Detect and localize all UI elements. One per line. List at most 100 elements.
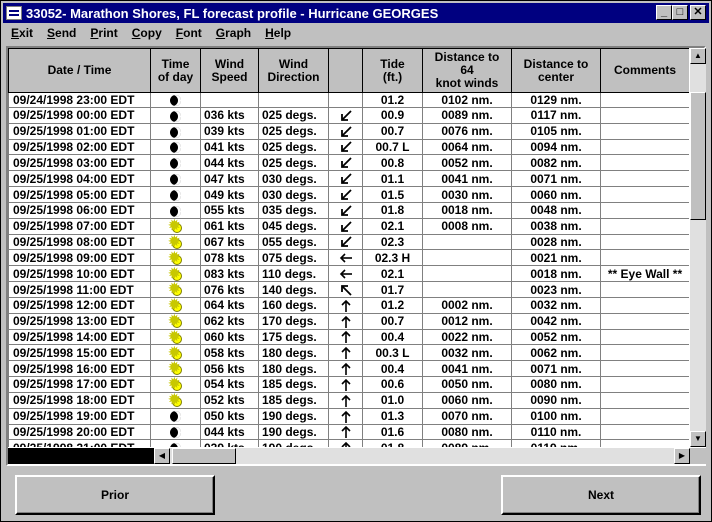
table-row[interactable]: 09/25/1998 02:00 EDT 041 kts 025 degs. 00.7…: [8, 138, 689, 156]
table-row[interactable]: 09/25/1998 07:00 EDT 061 kts045 degs. 02.1…: [8, 217, 689, 235]
table-row[interactable]: 09/25/1998 13:00 EDT 062 kts170 degs. 00.7…: [8, 312, 689, 330]
cell-comments[interactable]: [600, 296, 689, 314]
cell-direction-arrow[interactable]: [328, 92, 363, 108]
cell-direction-arrow[interactable]: [328, 170, 363, 188]
header-distance-center[interactable]: Distance to center: [511, 48, 601, 93]
cell-tide[interactable]: 01.2: [362, 296, 423, 314]
table-row[interactable]: 09/25/1998 05:00 EDT 049 kts 030 degs. 01.5…: [8, 186, 689, 203]
cell-datetime[interactable]: 09/25/1998 07:00 EDT: [8, 217, 151, 235]
cell-wind-direction[interactable]: 185 degs.: [258, 376, 329, 393]
cell-comments[interactable]: ** Eye Wall **: [600, 265, 689, 283]
cell-distance-64kt[interactable]: 0008 nm.: [422, 217, 512, 235]
cell-wind-speed[interactable]: [200, 92, 259, 108]
cell-tide[interactable]: 01.0: [362, 391, 423, 409]
cell-direction-arrow[interactable]: [328, 296, 363, 314]
cell-datetime[interactable]: 09/25/1998 01:00 EDT: [8, 122, 151, 140]
header-distance-64kt[interactable]: Distance to 64 knot winds: [422, 48, 512, 93]
cell-datetime[interactable]: 09/25/1998 14:00 EDT: [8, 328, 151, 346]
cell-distance-64kt[interactable]: 0052 nm.: [422, 154, 512, 172]
cell-wind-speed[interactable]: 050 kts: [200, 407, 259, 425]
cell-tide[interactable]: 00.6: [362, 376, 423, 393]
table-row[interactable]: 09/25/1998 04:00 EDT 047 kts 030 degs. 01.1…: [8, 170, 689, 188]
header-wind-direction[interactable]: Wind Direction: [258, 48, 329, 93]
menu-graph[interactable]: Graph: [208, 26, 257, 40]
cell-time-of-day[interactable]: [150, 107, 201, 124]
cell-direction-arrow[interactable]: [328, 201, 363, 219]
scroll-left-button[interactable]: ◀: [154, 448, 170, 464]
cell-direction-arrow[interactable]: [328, 281, 363, 298]
table-row[interactable]: 09/25/1998 08:00 EDT 067 kts055 degs. 02.3…: [8, 233, 689, 251]
table-row[interactable]: 09/25/1998 21:00 EDT 039 kts190 degs. 01.8…: [8, 439, 689, 447]
cell-comments[interactable]: [600, 249, 689, 267]
cell-direction-arrow[interactable]: [328, 233, 363, 251]
title-bar[interactable]: 33052- Marathon Shores, FL forecast prof…: [3, 3, 709, 23]
menu-send[interactable]: Send: [39, 26, 82, 40]
cell-wind-direction[interactable]: 025 degs.: [258, 122, 329, 140]
header-time-of-day[interactable]: Time of day: [150, 48, 201, 93]
cell-comments[interactable]: [600, 328, 689, 346]
cell-wind-direction[interactable]: 025 degs.: [258, 107, 329, 124]
cell-datetime[interactable]: 09/25/1998 10:00 EDT: [8, 265, 151, 283]
cell-wind-speed[interactable]: 036 kts: [200, 107, 259, 124]
cell-distance-64kt[interactable]: 0032 nm.: [422, 344, 512, 362]
cell-direction-arrow[interactable]: [328, 107, 363, 124]
cell-wind-direction[interactable]: 190 degs.: [258, 423, 329, 441]
cell-time-of-day[interactable]: [150, 296, 201, 314]
cell-direction-arrow[interactable]: [328, 154, 363, 172]
cell-distance-center[interactable]: 0038 nm.: [511, 217, 601, 235]
scroll-right-button[interactable]: ▶: [674, 448, 690, 464]
cell-distance-center[interactable]: 0060 nm.: [511, 186, 601, 203]
table-row[interactable]: 09/25/1998 01:00 EDT 039 kts 025 degs. 00.7…: [8, 122, 689, 140]
cell-time-of-day[interactable]: [150, 92, 201, 108]
cell-wind-speed[interactable]: 044 kts: [200, 154, 259, 172]
cell-comments[interactable]: [600, 217, 689, 235]
cell-distance-center[interactable]: 0071 nm.: [511, 360, 601, 378]
table-row[interactable]: 09/25/1998 14:00 EDT 060 kts175 degs. 00.4…: [8, 328, 689, 346]
cell-comments[interactable]: [600, 154, 689, 172]
cell-comments[interactable]: [600, 312, 689, 330]
cell-wind-direction[interactable]: 170 degs.: [258, 312, 329, 330]
cell-datetime[interactable]: 09/25/1998 04:00 EDT: [8, 170, 151, 188]
cell-comments[interactable]: [600, 92, 689, 108]
cell-time-of-day[interactable]: [150, 138, 201, 156]
cell-distance-center[interactable]: 0018 nm.: [511, 265, 601, 283]
cell-wind-speed[interactable]: 044 kts: [200, 423, 259, 441]
cell-wind-speed[interactable]: 058 kts: [200, 344, 259, 362]
cell-wind-direction[interactable]: 175 degs.: [258, 328, 329, 346]
header-comments[interactable]: Comments: [600, 48, 689, 93]
cell-wind-speed[interactable]: 039 kts: [200, 439, 259, 447]
cell-time-of-day[interactable]: [150, 249, 201, 267]
cell-tide[interactable]: 01.1: [362, 170, 423, 188]
cell-time-of-day[interactable]: [150, 423, 201, 441]
cell-tide[interactable]: 02.3: [362, 233, 423, 251]
table-row[interactable]: 09/25/1998 18:00 EDT 052 kts185 degs. 01.0…: [8, 391, 689, 409]
cell-distance-64kt[interactable]: 0002 nm.: [422, 296, 512, 314]
cell-distance-center[interactable]: 0042 nm.: [511, 312, 601, 330]
cell-wind-speed[interactable]: 047 kts: [200, 170, 259, 188]
cell-distance-center[interactable]: 0080 nm.: [511, 376, 601, 393]
cell-time-of-day[interactable]: [150, 170, 201, 188]
cell-wind-direction[interactable]: 110 degs.: [258, 265, 329, 283]
cell-distance-64kt[interactable]: 0022 nm.: [422, 328, 512, 346]
cell-datetime[interactable]: 09/25/1998 16:00 EDT: [8, 360, 151, 378]
table-row[interactable]: 09/24/1998 23:00 EDT 01.2 0102 nm. 0129 nm.: [8, 92, 689, 108]
cell-wind-speed[interactable]: 062 kts: [200, 312, 259, 330]
cell-tide[interactable]: 00.3 L: [362, 344, 423, 362]
cell-wind-direction[interactable]: 025 degs.: [258, 154, 329, 172]
cell-distance-center[interactable]: 0100 nm.: [511, 407, 601, 425]
cell-distance-64kt[interactable]: 0030 nm.: [422, 186, 512, 203]
cell-tide[interactable]: 00.7: [362, 312, 423, 330]
cell-comments[interactable]: [600, 360, 689, 378]
cell-tide[interactable]: 01.8: [362, 439, 423, 447]
cell-distance-center[interactable]: 0021 nm.: [511, 249, 601, 267]
cell-datetime[interactable]: 09/25/1998 13:00 EDT: [8, 312, 151, 330]
cell-wind-direction[interactable]: 160 degs.: [258, 296, 329, 314]
table-row[interactable]: 09/25/1998 19:00 EDT 050 kts 190 degs. 01.3…: [8, 407, 689, 425]
cell-datetime[interactable]: 09/25/1998 19:00 EDT: [8, 407, 151, 425]
cell-distance-64kt[interactable]: 0089 nm.: [422, 107, 512, 124]
cell-distance-center[interactable]: 0129 nm.: [511, 92, 601, 108]
menu-copy[interactable]: Copy: [124, 26, 168, 40]
cell-tide[interactable]: 00.4: [362, 328, 423, 346]
cell-direction-arrow[interactable]: [328, 138, 363, 156]
cell-distance-64kt[interactable]: 0050 nm.: [422, 376, 512, 393]
